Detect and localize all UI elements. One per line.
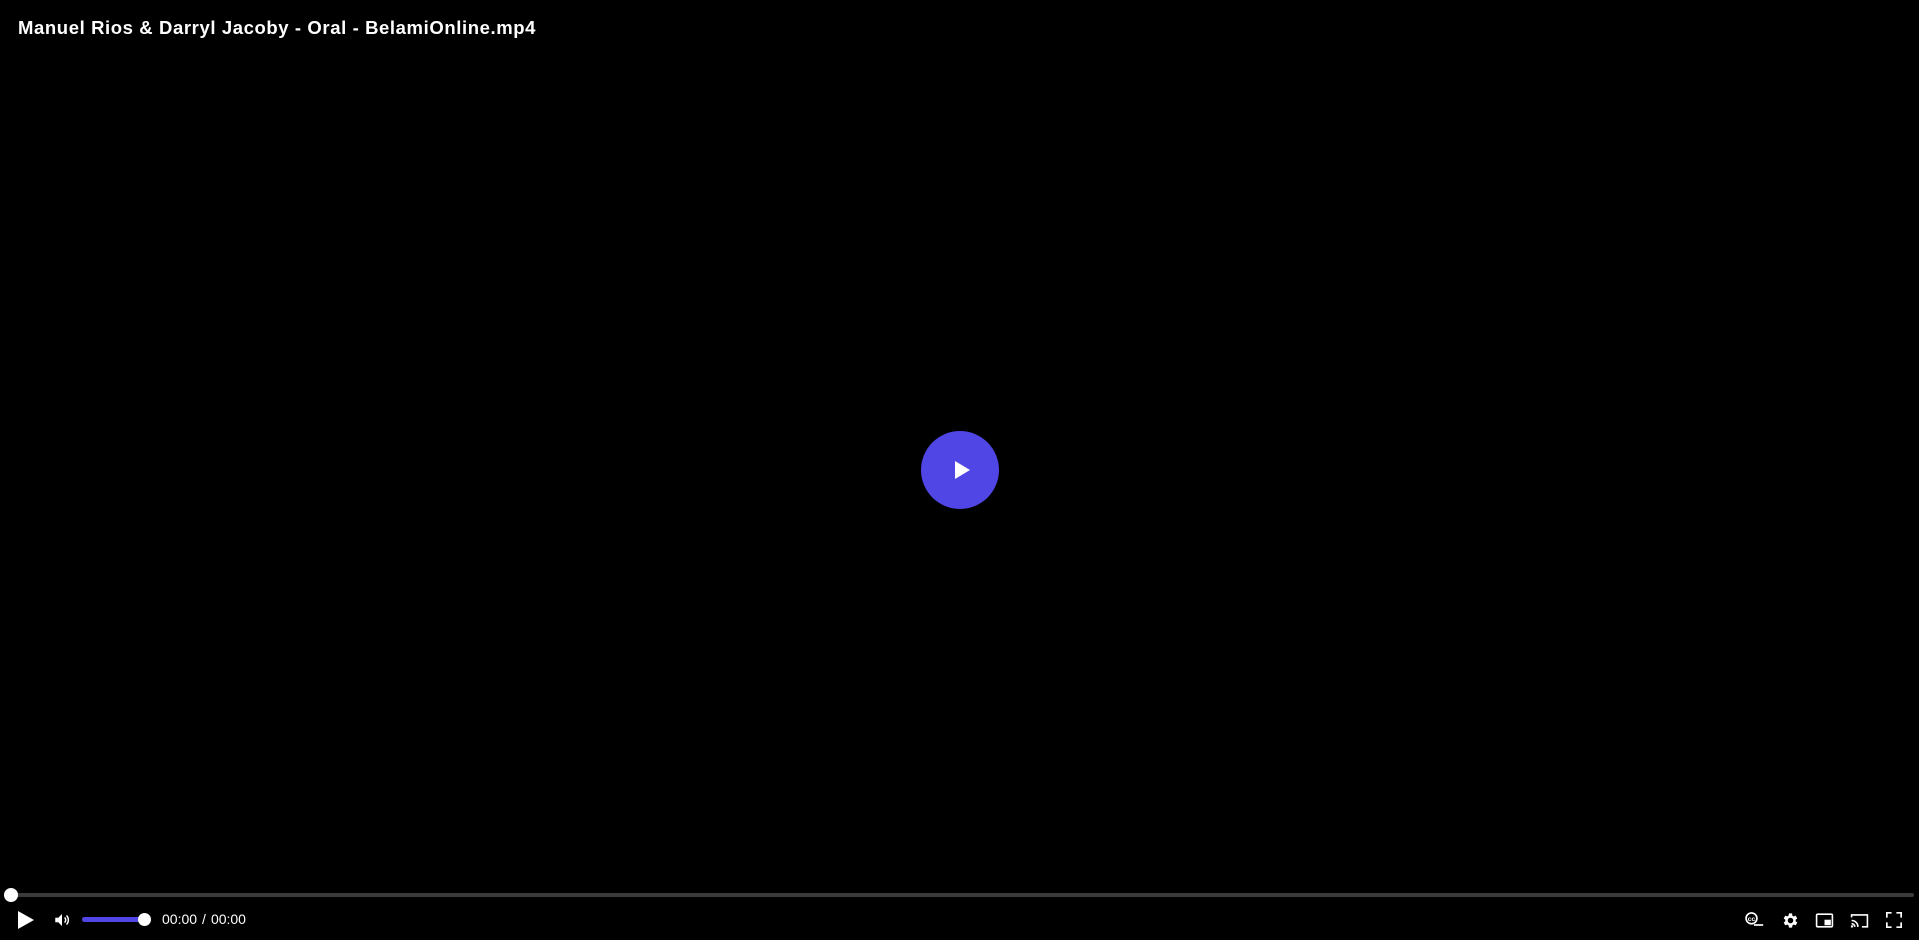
picture-in-picture-button[interactable] — [1813, 909, 1835, 931]
video-title: Manuel Rios & Darryl Jacoby - Oral - Bel… — [18, 17, 537, 38]
gear-icon — [1783, 912, 1797, 928]
volume-level — [82, 917, 144, 922]
control-bar: 00:00/00:00 cc — [0, 900, 1919, 940]
seek-bar[interactable] — [4, 888, 1914, 902]
fullscreen-icon — [1886, 912, 1902, 928]
svg-text:cc: cc — [1748, 916, 1756, 923]
play-button[interactable] — [14, 908, 38, 932]
mute-button[interactable] — [51, 909, 73, 931]
duration: 00:00 — [210, 911, 246, 927]
play-icon — [955, 461, 970, 479]
settings-button[interactable] — [1779, 909, 1801, 931]
cast-button[interactable] — [1848, 909, 1870, 931]
picture-in-picture-icon — [1815, 912, 1833, 928]
time-display: 00:00/00:00 — [162, 911, 246, 927]
volume-handle[interactable] — [138, 913, 151, 926]
big-play-button[interactable] — [921, 431, 999, 509]
volume-slider[interactable] — [82, 913, 151, 926]
volume-icon — [55, 914, 70, 926]
time-separator: / — [202, 911, 206, 927]
subtitles-button[interactable]: cc — [1743, 909, 1765, 931]
subtitles-icon: cc — [1745, 912, 1764, 926]
fullscreen-button[interactable] — [1883, 909, 1905, 931]
cast-icon — [1850, 913, 1868, 928]
current-time: 00:00 — [162, 911, 198, 927]
play-icon — [18, 911, 34, 929]
